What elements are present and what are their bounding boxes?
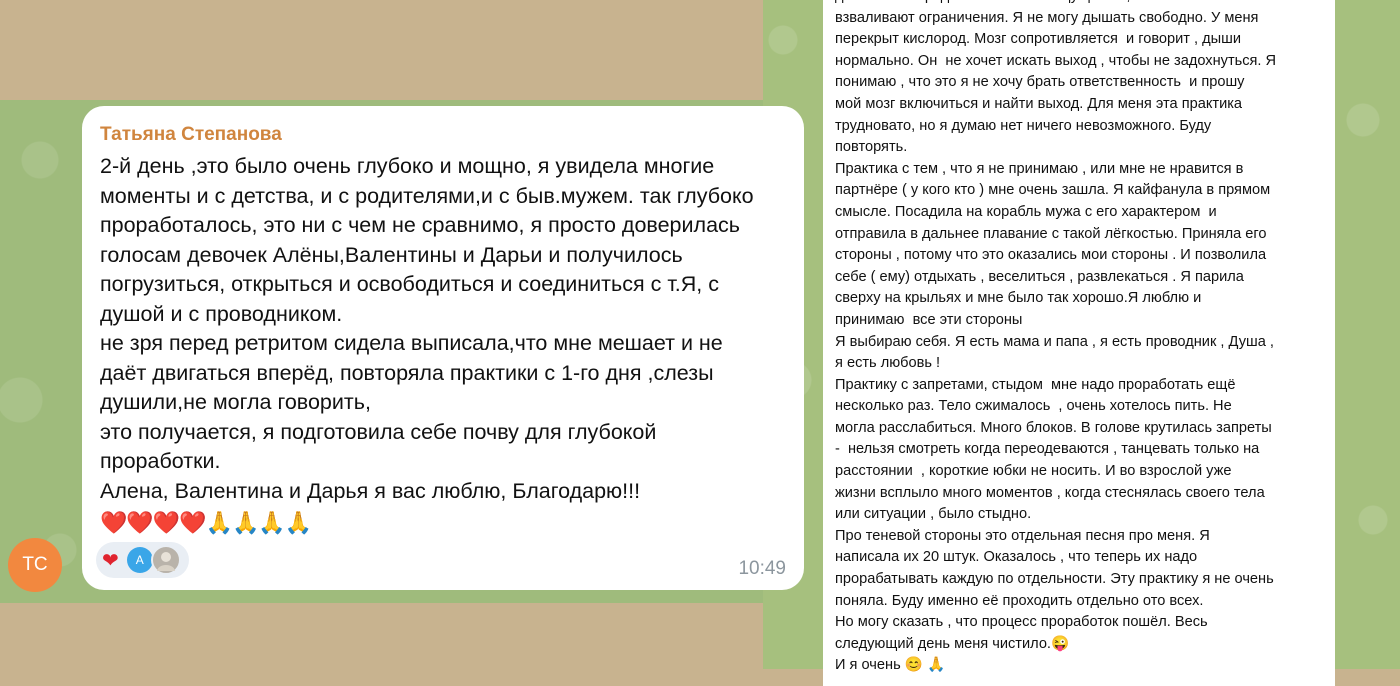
heart-reaction-icon: ❤	[102, 548, 119, 572]
message-emojis: ❤️❤️❤️❤️🙏🙏🙏🙏	[100, 511, 312, 536]
sender-avatar[interactable]: TC	[8, 538, 62, 592]
reactor-photo-avatar	[150, 545, 181, 575]
right-message-bubble: для меня запредельное. Было ощущение , ч…	[823, 0, 1335, 686]
right-chat-wallpaper: для меня запредельное. Было ощущение , ч…	[763, 0, 1400, 686]
message-time: 10:49	[738, 558, 786, 579]
reaction-pill[interactable]: ❤ A	[96, 542, 189, 578]
message-text: 2-й день ,это было очень глубоко и мощно…	[100, 154, 754, 503]
reactor-avatar: A	[126, 547, 153, 573]
sender-name[interactable]: Татьяна Степанова	[100, 122, 786, 148]
message-bubble[interactable]: Татьяна Степанова 2-й день ,это было оче…	[82, 106, 804, 590]
person-photo-icon	[156, 552, 175, 571]
right-message-text: для меня запредельное. Было ощущение , ч…	[835, 0, 1277, 674]
